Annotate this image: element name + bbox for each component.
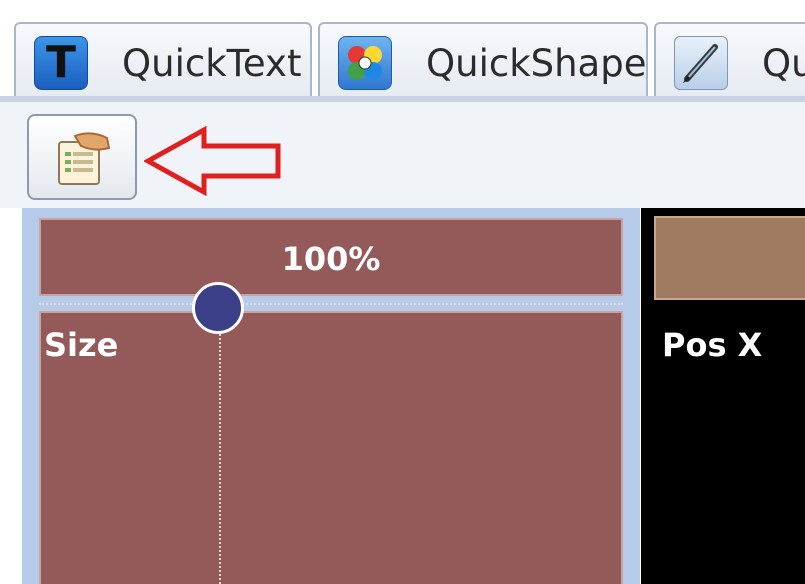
size-value-box[interactable]: 100%	[39, 218, 623, 296]
tab-strip: T QuickText QuickShape Qu	[0, 0, 805, 100]
size-panel[interactable]	[39, 311, 623, 584]
slider-guide-line	[219, 322, 221, 584]
slider-track	[39, 303, 623, 305]
pos-x-value-box[interactable]	[654, 216, 805, 300]
tab-label: QuickText	[122, 42, 302, 85]
shape-icon	[338, 36, 392, 90]
size-label: Size	[44, 326, 119, 364]
tab-label: QuickShape	[426, 42, 647, 85]
pos-x-label: Pos X	[662, 326, 763, 364]
red-arrow-icon	[144, 126, 281, 196]
tab-quickdraw[interactable]: Qu	[654, 22, 805, 96]
tab-quickshape[interactable]: QuickShape	[318, 22, 648, 96]
tab-quicktext[interactable]: T QuickText	[14, 22, 312, 96]
app-window: T QuickText QuickShape Qu 100% Size Pos …	[0, 0, 805, 584]
clipboard-hand-icon	[58, 132, 111, 185]
size-slider-knob[interactable]	[192, 282, 244, 334]
text-t-icon: T	[34, 36, 88, 90]
tab-label: Qu	[762, 42, 805, 85]
toolbar	[0, 102, 805, 208]
size-value: 100%	[281, 240, 381, 278]
pen-icon	[674, 36, 728, 90]
clipboard-button[interactable]	[27, 114, 137, 200]
